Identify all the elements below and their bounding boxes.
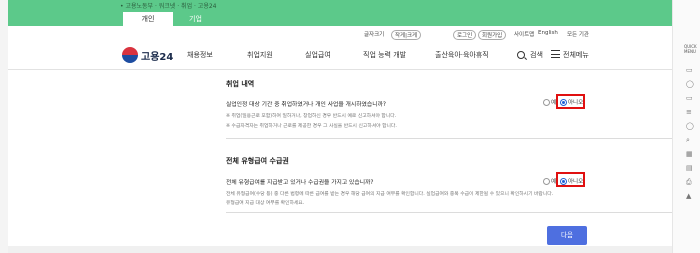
benefit-note-1: 전체 유형급여(수당 등) 중 다른 법령에 따른 급여를 받는 경우 해당 급… bbox=[226, 192, 554, 197]
quick-monitor-icon[interactable]: ▭ bbox=[686, 94, 693, 102]
section-divider bbox=[226, 138, 674, 139]
search-label[interactable]: 검색 bbox=[530, 50, 543, 60]
search-icon[interactable] bbox=[517, 51, 525, 59]
quick-print-icon[interactable]: ⎙ bbox=[686, 178, 692, 187]
header-divider bbox=[8, 69, 672, 70]
highlight-box bbox=[556, 94, 585, 109]
sitemap-link[interactable]: 사이트맵 bbox=[514, 30, 534, 38]
section-title-employment: 취업 내역 bbox=[226, 80, 255, 88]
font-size-toggle[interactable]: 작게|크게 bbox=[391, 30, 422, 40]
all-menu-label[interactable]: 전체메뉴 bbox=[563, 50, 589, 60]
section-title-benefit: 전체 유형급여 수급권 bbox=[226, 157, 289, 165]
quick-menu-label: QUICK MENU bbox=[684, 44, 697, 54]
signup-link[interactable]: 회원가입 bbox=[478, 30, 507, 40]
next-button[interactable]: 다음 bbox=[547, 226, 587, 245]
employment-note-1: ※ 취업(일용근로 포함)하여 일하거나, 창업하신 경우 반드시 예로 신고하… bbox=[226, 114, 397, 119]
nav-parental-leave[interactable]: 출산육아·육아휴직 bbox=[435, 50, 489, 60]
nav-employment-support[interactable]: 취업지원 bbox=[247, 50, 273, 60]
benefit-question: 전체 유형급여를 지급받고 있거나 수급권을 가지고 있습니까? bbox=[226, 180, 374, 186]
quick-calendar-icon[interactable]: ▦ bbox=[686, 150, 693, 158]
employment-yes-radio[interactable] bbox=[543, 99, 550, 106]
benefit-note-2: 유형급여 지급 대상 여부를 확인하세요. bbox=[226, 201, 305, 206]
nav-skills-development[interactable]: 직업 능력 개발 bbox=[363, 50, 406, 60]
tab-personal[interactable]: 개인 bbox=[123, 12, 173, 26]
all-agencies-link[interactable]: 모든 기관 bbox=[567, 30, 589, 38]
top-strip: • 고용노동부 · 워크넷 · 취업 · 고용24 bbox=[8, 0, 672, 12]
bottom-divider bbox=[226, 212, 674, 213]
quick-search-icon[interactable]: ⌕ bbox=[686, 136, 690, 145]
page-bottom-shadow bbox=[8, 246, 672, 253]
page: • 고용노동부 · 워크넷 · 취업 · 고용24 개인 기업 글자크기 작게|… bbox=[8, 0, 674, 253]
quick-doc-icon[interactable]: ▭ bbox=[686, 66, 693, 74]
brand-name[interactable]: 고용24 bbox=[141, 48, 173, 63]
font-size-label: 글자크기 bbox=[364, 32, 385, 38]
employment-question: 실업인정 대상 기간 중 취업하였거나 개인 사업을 개시하였습니까? bbox=[226, 102, 386, 108]
language-link[interactable]: English bbox=[538, 30, 558, 36]
quick-top-icon[interactable]: ▲ bbox=[686, 192, 691, 200]
benefit-yes-radio[interactable] bbox=[543, 178, 550, 185]
logo-emblem-icon[interactable] bbox=[122, 47, 138, 63]
employment-note-2: ※ 수급자격자는 취업하거나 근로를 제공한 경우 그 사실을 반드시 신고하셔… bbox=[226, 124, 397, 129]
top-strip-text: • 고용노동부 · 워크넷 · 취업 · 고용24 bbox=[120, 3, 217, 10]
quick-chat-icon[interactable]: ◯ bbox=[686, 80, 694, 88]
tab-company[interactable]: 기업 bbox=[173, 12, 218, 26]
login-link[interactable]: 로그인 bbox=[453, 30, 477, 40]
quick-list-icon[interactable]: ≡ bbox=[686, 108, 692, 116]
nav-unemployment-benefit[interactable]: 실업급여 bbox=[305, 50, 331, 60]
quick-help-icon[interactable]: ◯ bbox=[686, 122, 694, 130]
highlight-box bbox=[556, 172, 585, 187]
hamburger-menu-icon[interactable] bbox=[551, 50, 560, 59]
user-type-tabs: 개인 기업 bbox=[8, 12, 672, 26]
browser-left-edge bbox=[0, 0, 8, 253]
quick-document-icon[interactable]: ▤ bbox=[686, 164, 693, 172]
nav-job-info[interactable]: 채용정보 bbox=[187, 50, 213, 60]
